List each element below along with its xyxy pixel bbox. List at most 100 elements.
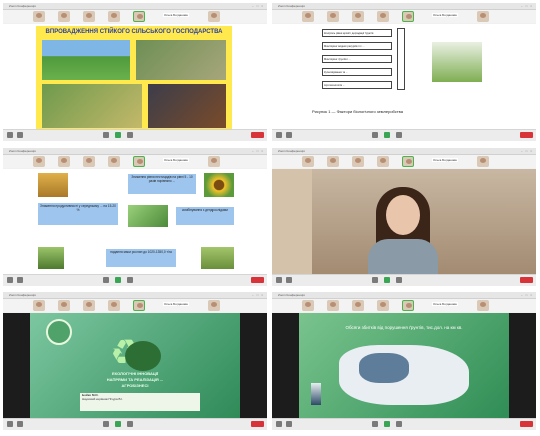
participant-thumb[interactable] [477,156,489,167]
video-button[interactable] [17,277,23,283]
participant-thumb[interactable] [33,300,45,311]
participant-thumb[interactable] [83,11,95,22]
meeting-toolbar [272,274,536,286]
diagram-box: Моніторинг ґрунтів і ... [322,55,392,63]
video-button[interactable] [286,132,292,138]
participant-thumb[interactable] [377,156,389,167]
participant-thumb[interactable] [83,300,95,311]
participants-button[interactable] [372,277,378,283]
speaker-shoulders [368,239,438,274]
author-box: Бойко М.О. Науковий керівник Пічура В.І. [80,393,200,411]
active-speaker-thumb[interactable] [133,300,145,311]
participant-thumb[interactable] [377,11,389,22]
chat-button[interactable] [396,277,402,283]
info-box: Зниження рівня пестицидів на рівні 5 - 1… [128,174,196,194]
leave-button[interactable] [520,277,533,283]
meeting-toolbar [272,418,536,430]
participants-button[interactable] [103,132,109,138]
window-controls[interactable]: − □ × [521,149,533,153]
active-speaker-thumb[interactable] [133,156,145,167]
participant-thumb[interactable] [302,156,314,167]
participant-thumb[interactable] [58,11,70,22]
map-region-dark [359,353,409,383]
leave-button[interactable] [251,421,264,427]
participant-thumb[interactable] [83,156,95,167]
leave-button[interactable] [520,421,533,427]
active-speaker-thumb[interactable] [133,11,145,22]
participant-thumb[interactable] [477,11,489,22]
participant-thumb[interactable] [352,156,364,167]
window-controls[interactable]: − □ × [252,4,264,8]
active-speaker-thumb[interactable] [402,11,414,22]
window-controls[interactable]: − □ × [252,149,264,153]
door [272,169,312,274]
video-button[interactable] [286,277,292,283]
video-tile-4: Zoom Конференція − □ × Ольга Богданова [272,148,536,286]
video-button[interactable] [17,421,23,427]
participants-button[interactable] [372,421,378,427]
chat-button[interactable] [127,421,133,427]
share-screen-button[interactable] [384,421,390,427]
participant-thumb[interactable] [377,300,389,311]
chat-button[interactable] [396,132,402,138]
window-controls[interactable]: − □ × [252,293,264,297]
chat-button[interactable] [127,277,133,283]
participant-thumb[interactable] [327,11,339,22]
video-button[interactable] [286,421,292,427]
share-screen-button[interactable] [115,132,121,138]
participant-thumb[interactable] [208,156,220,167]
window-titlebar: Zoom Конференція − □ × [272,292,536,299]
window-controls[interactable]: − □ × [521,293,533,297]
shared-screen: Зниження рівня пестицидів на рівні 5 - 1… [3,169,267,274]
sunflower-image [204,173,234,197]
mute-button[interactable] [276,277,282,283]
mute-button[interactable] [276,421,282,427]
participant-thumb[interactable] [477,300,489,311]
photo-satellite-map [148,84,226,128]
participants-button[interactable] [103,421,109,427]
participants-button[interactable] [103,277,109,283]
share-screen-button[interactable] [115,277,121,283]
participant-thumb[interactable] [33,11,45,22]
participant-thumb[interactable] [208,300,220,311]
share-screen-button[interactable] [384,132,390,138]
meeting-toolbar [3,129,267,141]
share-screen-button[interactable] [384,277,390,283]
window-titlebar: Zoom Конференція − □ × [3,148,267,155]
leave-button[interactable] [251,132,264,138]
active-speaker-thumb[interactable] [402,156,414,167]
participant-thumb[interactable] [352,300,364,311]
mute-button[interactable] [7,132,13,138]
mute-button[interactable] [276,132,282,138]
participant-thumb[interactable] [302,11,314,22]
leave-button[interactable] [251,277,264,283]
window-title: Zoom Конференція [278,4,305,8]
participant-name: Ольга Богданова [163,13,189,17]
participant-thumb[interactable] [33,156,45,167]
figure-caption: Рисунок 1 — Фактори біологічного землеро… [312,109,403,114]
share-screen-button[interactable] [115,421,121,427]
participant-thumb[interactable] [58,156,70,167]
active-speaker-thumb[interactable] [402,300,414,311]
slide: Обсяги збитків від порушення ґрунтів, ти… [299,313,509,418]
diagram-box: Контроль рівня ерозії і деградації ґрунт… [322,29,392,37]
participant-thumb[interactable] [327,300,339,311]
participant-thumb[interactable] [302,300,314,311]
window-controls[interactable]: − □ × [521,4,533,8]
participant-thumb[interactable] [208,11,220,22]
video-button[interactable] [17,132,23,138]
participant-thumb[interactable] [58,300,70,311]
chat-button[interactable] [396,421,402,427]
mute-button[interactable] [7,277,13,283]
participant-name: Ольга Богданова [163,158,189,162]
chat-button[interactable] [127,132,133,138]
participant-thumb[interactable] [352,11,364,22]
participant-thumb[interactable] [108,300,120,311]
participants-button[interactable] [372,132,378,138]
participant-thumb[interactable] [327,156,339,167]
diagram-box: Моніторинг водних ресурсів і їх ... [322,42,392,50]
participant-thumb[interactable] [108,156,120,167]
leave-button[interactable] [520,132,533,138]
participant-thumb[interactable] [108,11,120,22]
mute-button[interactable] [7,421,13,427]
